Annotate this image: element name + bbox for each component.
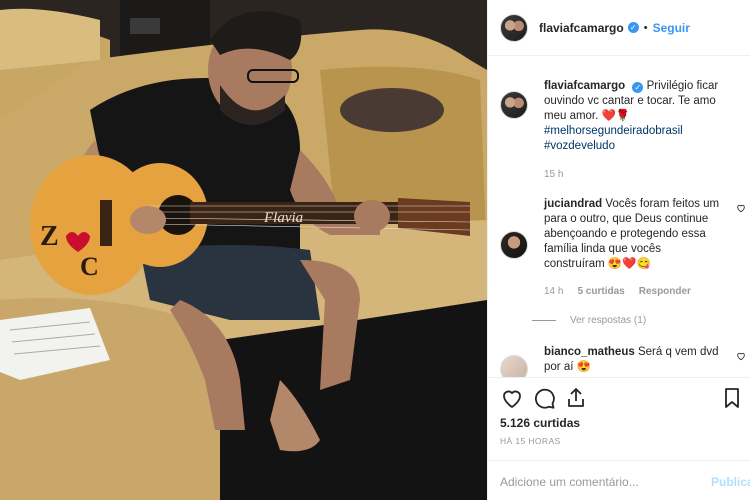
hashtag-link[interactable]: #melhorsegundeiradobrasil — [544, 125, 683, 137]
comment-username[interactable]: juciandrad — [544, 198, 602, 210]
commenter-avatar[interactable] — [500, 231, 528, 259]
caption-age: 15 h — [544, 169, 564, 180]
caption-verified-icon: ✓ — [632, 82, 644, 93]
caption-item: flaviafcamargo ✓ Privilégio ficar ouvind… — [500, 79, 740, 189]
author-username[interactable]: flaviafcamargo — [539, 21, 624, 35]
post-actions: 5.126 curtidas HÁ 15 HORAS Publicar — [488, 377, 750, 500]
bookmark-icon[interactable] — [720, 386, 744, 410]
comment-input[interactable] — [500, 471, 700, 493]
post-header: flaviafcamargo ✓ • Seguir — [488, 0, 750, 56]
caption-emojis: ❤️🌹 — [601, 110, 631, 122]
comment-emojis: 😍 — [576, 361, 591, 373]
post-side-panel: flaviafcamargo ✓ • Seguir flaviafcamargo… — [487, 0, 750, 500]
svg-text:C: C — [80, 252, 99, 281]
comment-username[interactable]: bianco_matheus — [544, 346, 635, 358]
comment-age: 14 h — [544, 286, 564, 297]
caption-avatar[interactable] — [500, 91, 528, 119]
reply-button[interactable]: Responder — [639, 284, 691, 299]
separator-dot: • — [643, 21, 648, 34]
publish-button[interactable]: Publicar — [711, 475, 750, 489]
comment-composer: Publicar — [488, 460, 750, 500]
comment-item: juciandrad Vocês foram feitos um para o … — [500, 197, 745, 327]
likes-count[interactable]: 5.126 curtidas — [500, 416, 580, 430]
verified-badge-icon: ✓ — [627, 22, 639, 33]
comment-icon[interactable] — [532, 386, 556, 410]
comment-meta: 14 h 5 curtidas Responder — [544, 284, 722, 299]
replies-divider — [532, 320, 556, 321]
caption-username[interactable]: flaviafcamargo — [544, 80, 625, 92]
svg-text:Z: Z — [40, 221, 59, 252]
action-icon-row — [500, 386, 740, 412]
heart-icon[interactable] — [500, 386, 524, 410]
author-avatar[interactable] — [500, 13, 528, 42]
post-photo[interactable]: Z C Flavia — [0, 0, 487, 500]
comment-body: juciandrad Vocês foram feitos um para o … — [544, 197, 722, 299]
comment-item: bianco_matheus Será q vem dvd por aí 😍 — [500, 345, 745, 377]
post-timestamp[interactable]: HÁ 15 HORAS — [500, 436, 561, 446]
hashtag-link[interactable]: #vozdeveludo — [544, 140, 615, 152]
share-icon[interactable] — [564, 386, 588, 410]
commenter-avatar[interactable] — [500, 355, 528, 377]
follow-button[interactable]: Seguir — [653, 21, 690, 35]
view-replies-button[interactable]: Ver respostas (1) — [532, 315, 646, 326]
view-replies-label: Ver respostas (1) — [570, 315, 647, 326]
comment-emojis: 😍❤️😋 — [607, 258, 651, 270]
guitar-inscription: Flavia — [263, 210, 303, 226]
comment-body: bianco_matheus Será q vem dvd por aí 😍 — [544, 345, 722, 375]
photo-illustration: Z C Flavia — [0, 0, 487, 500]
comment-likes-count[interactable]: 5 curtidas — [577, 284, 624, 299]
comment-like-heart-icon[interactable] — [736, 203, 746, 213]
comments-list[interactable]: flaviafcamargo ✓ Privilégio ficar ouvind… — [488, 57, 750, 377]
comment-like-heart-icon[interactable] — [736, 351, 746, 361]
caption-meta: 15 h — [544, 167, 722, 182]
caption-body: flaviafcamargo ✓ Privilégio ficar ouvind… — [544, 79, 722, 182]
